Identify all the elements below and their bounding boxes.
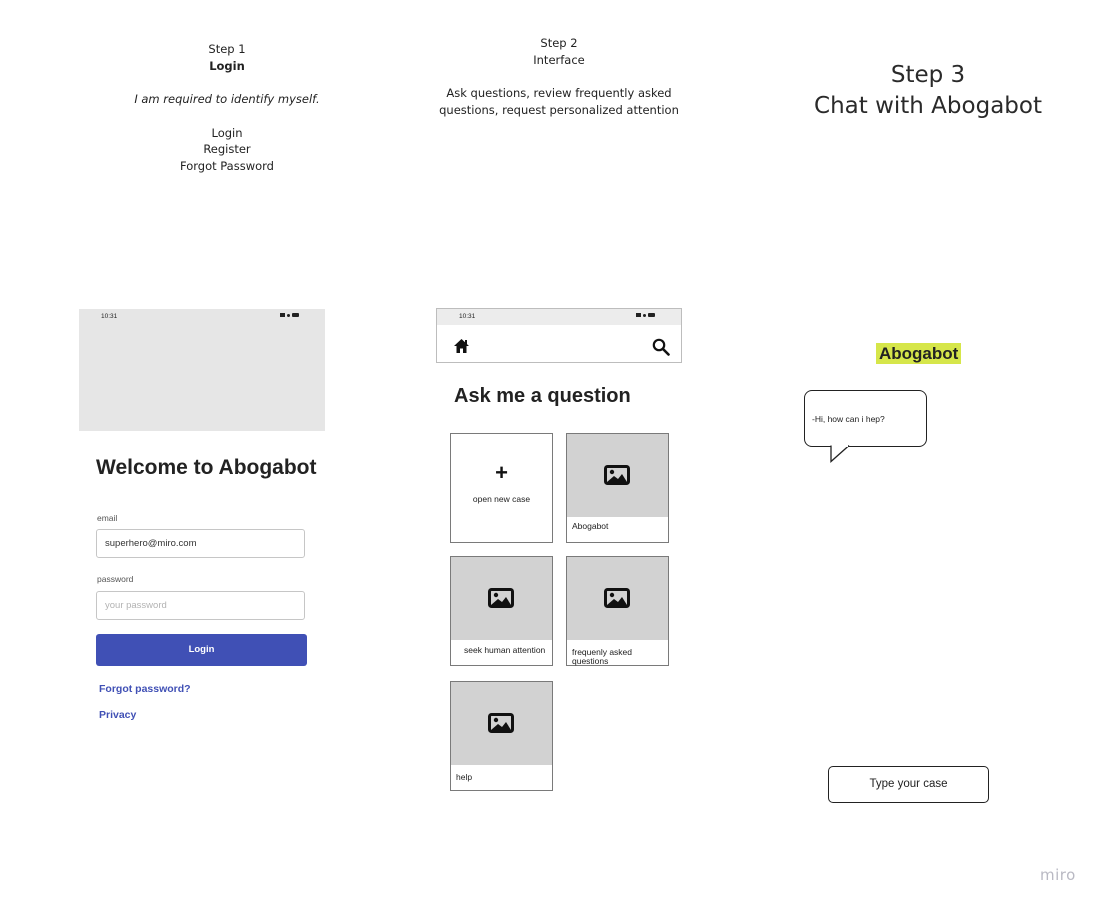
step3-number: Step 3 bbox=[890, 62, 966, 88]
step1-option-register: Register bbox=[203, 142, 251, 156]
step2-description-line2: questions, request personalized attentio… bbox=[439, 102, 679, 117]
password-field[interactable]: your password bbox=[96, 591, 305, 620]
login-button[interactable]: Login bbox=[96, 634, 307, 666]
tile-label: Abogabot bbox=[572, 522, 609, 531]
status-time: 10:31 bbox=[101, 313, 118, 320]
case-input[interactable]: Type your case bbox=[828, 766, 989, 803]
step1-description: I am required to identify myself. bbox=[134, 92, 320, 106]
bot-name: Abogabot bbox=[876, 343, 962, 364]
image-icon bbox=[488, 588, 514, 608]
signal-icon bbox=[280, 313, 285, 317]
bubble-tail-icon bbox=[830, 445, 850, 463]
image-icon bbox=[604, 588, 630, 608]
wifi-icon bbox=[643, 313, 646, 317]
tile-label: help bbox=[456, 773, 473, 782]
abogabot-tile[interactable]: Abogabot bbox=[566, 433, 669, 543]
home-icon[interactable] bbox=[453, 338, 470, 358]
battery-icon bbox=[648, 313, 655, 317]
step2-note: Step 2 Interface Ask questions, review f… bbox=[430, 35, 688, 118]
image-placeholder bbox=[567, 434, 668, 517]
login-header-image bbox=[79, 309, 325, 431]
step2-number: Step 2 bbox=[540, 36, 578, 50]
new-case-tile[interactable]: + open new case bbox=[450, 433, 553, 543]
email-label: email bbox=[97, 513, 118, 523]
ask-question-heading: Ask me a question bbox=[454, 385, 631, 407]
image-icon bbox=[604, 465, 630, 485]
status-icons bbox=[280, 313, 299, 317]
step3-title: Chat with Abogabot bbox=[814, 93, 1042, 119]
status-icons-2 bbox=[636, 313, 655, 317]
welcome-title: Welcome to Abogabot bbox=[96, 456, 317, 479]
step1-number: Step 1 bbox=[208, 42, 246, 56]
wifi-icon bbox=[287, 313, 290, 317]
step1-option-login: Login bbox=[211, 125, 243, 140]
image-placeholder bbox=[567, 557, 668, 640]
password-label: password bbox=[97, 574, 134, 584]
battery-icon bbox=[292, 313, 299, 317]
miro-logo: miro bbox=[1040, 866, 1076, 884]
plus-icon: + bbox=[495, 460, 508, 485]
status-time-2: 10:31 bbox=[459, 313, 476, 320]
search-icon[interactable] bbox=[652, 338, 670, 360]
step2-title: Interface bbox=[533, 52, 585, 67]
privacy-link[interactable]: Privacy bbox=[99, 709, 136, 721]
step3-note: Step 3 Chat with Abogabot bbox=[790, 60, 1066, 122]
signal-icon bbox=[636, 313, 641, 317]
image-icon bbox=[488, 713, 514, 733]
help-tile[interactable]: help bbox=[450, 681, 553, 791]
tile-label: seek human attention bbox=[464, 646, 546, 655]
step1-note: Step 1 Login I am required to identify m… bbox=[127, 41, 327, 174]
human-attention-tile[interactable]: seek human attention bbox=[450, 556, 553, 666]
image-placeholder bbox=[451, 557, 552, 640]
bot-message: -Hi, how can i hep? bbox=[812, 414, 885, 424]
new-case-label: open new case bbox=[472, 494, 531, 504]
step2-description-line1: Ask questions, review frequently asked bbox=[446, 86, 672, 100]
step1-title: Login bbox=[209, 58, 245, 73]
forgot-password-link[interactable]: Forgot password? bbox=[99, 683, 191, 695]
email-field[interactable]: superhero@miro.com bbox=[96, 529, 305, 558]
tile-label: frequenly asked questions bbox=[572, 648, 633, 666]
step1-option-forgot: Forgot Password bbox=[180, 158, 274, 173]
faq-tile[interactable]: frequenly asked questions bbox=[566, 556, 669, 666]
image-placeholder bbox=[451, 682, 552, 765]
